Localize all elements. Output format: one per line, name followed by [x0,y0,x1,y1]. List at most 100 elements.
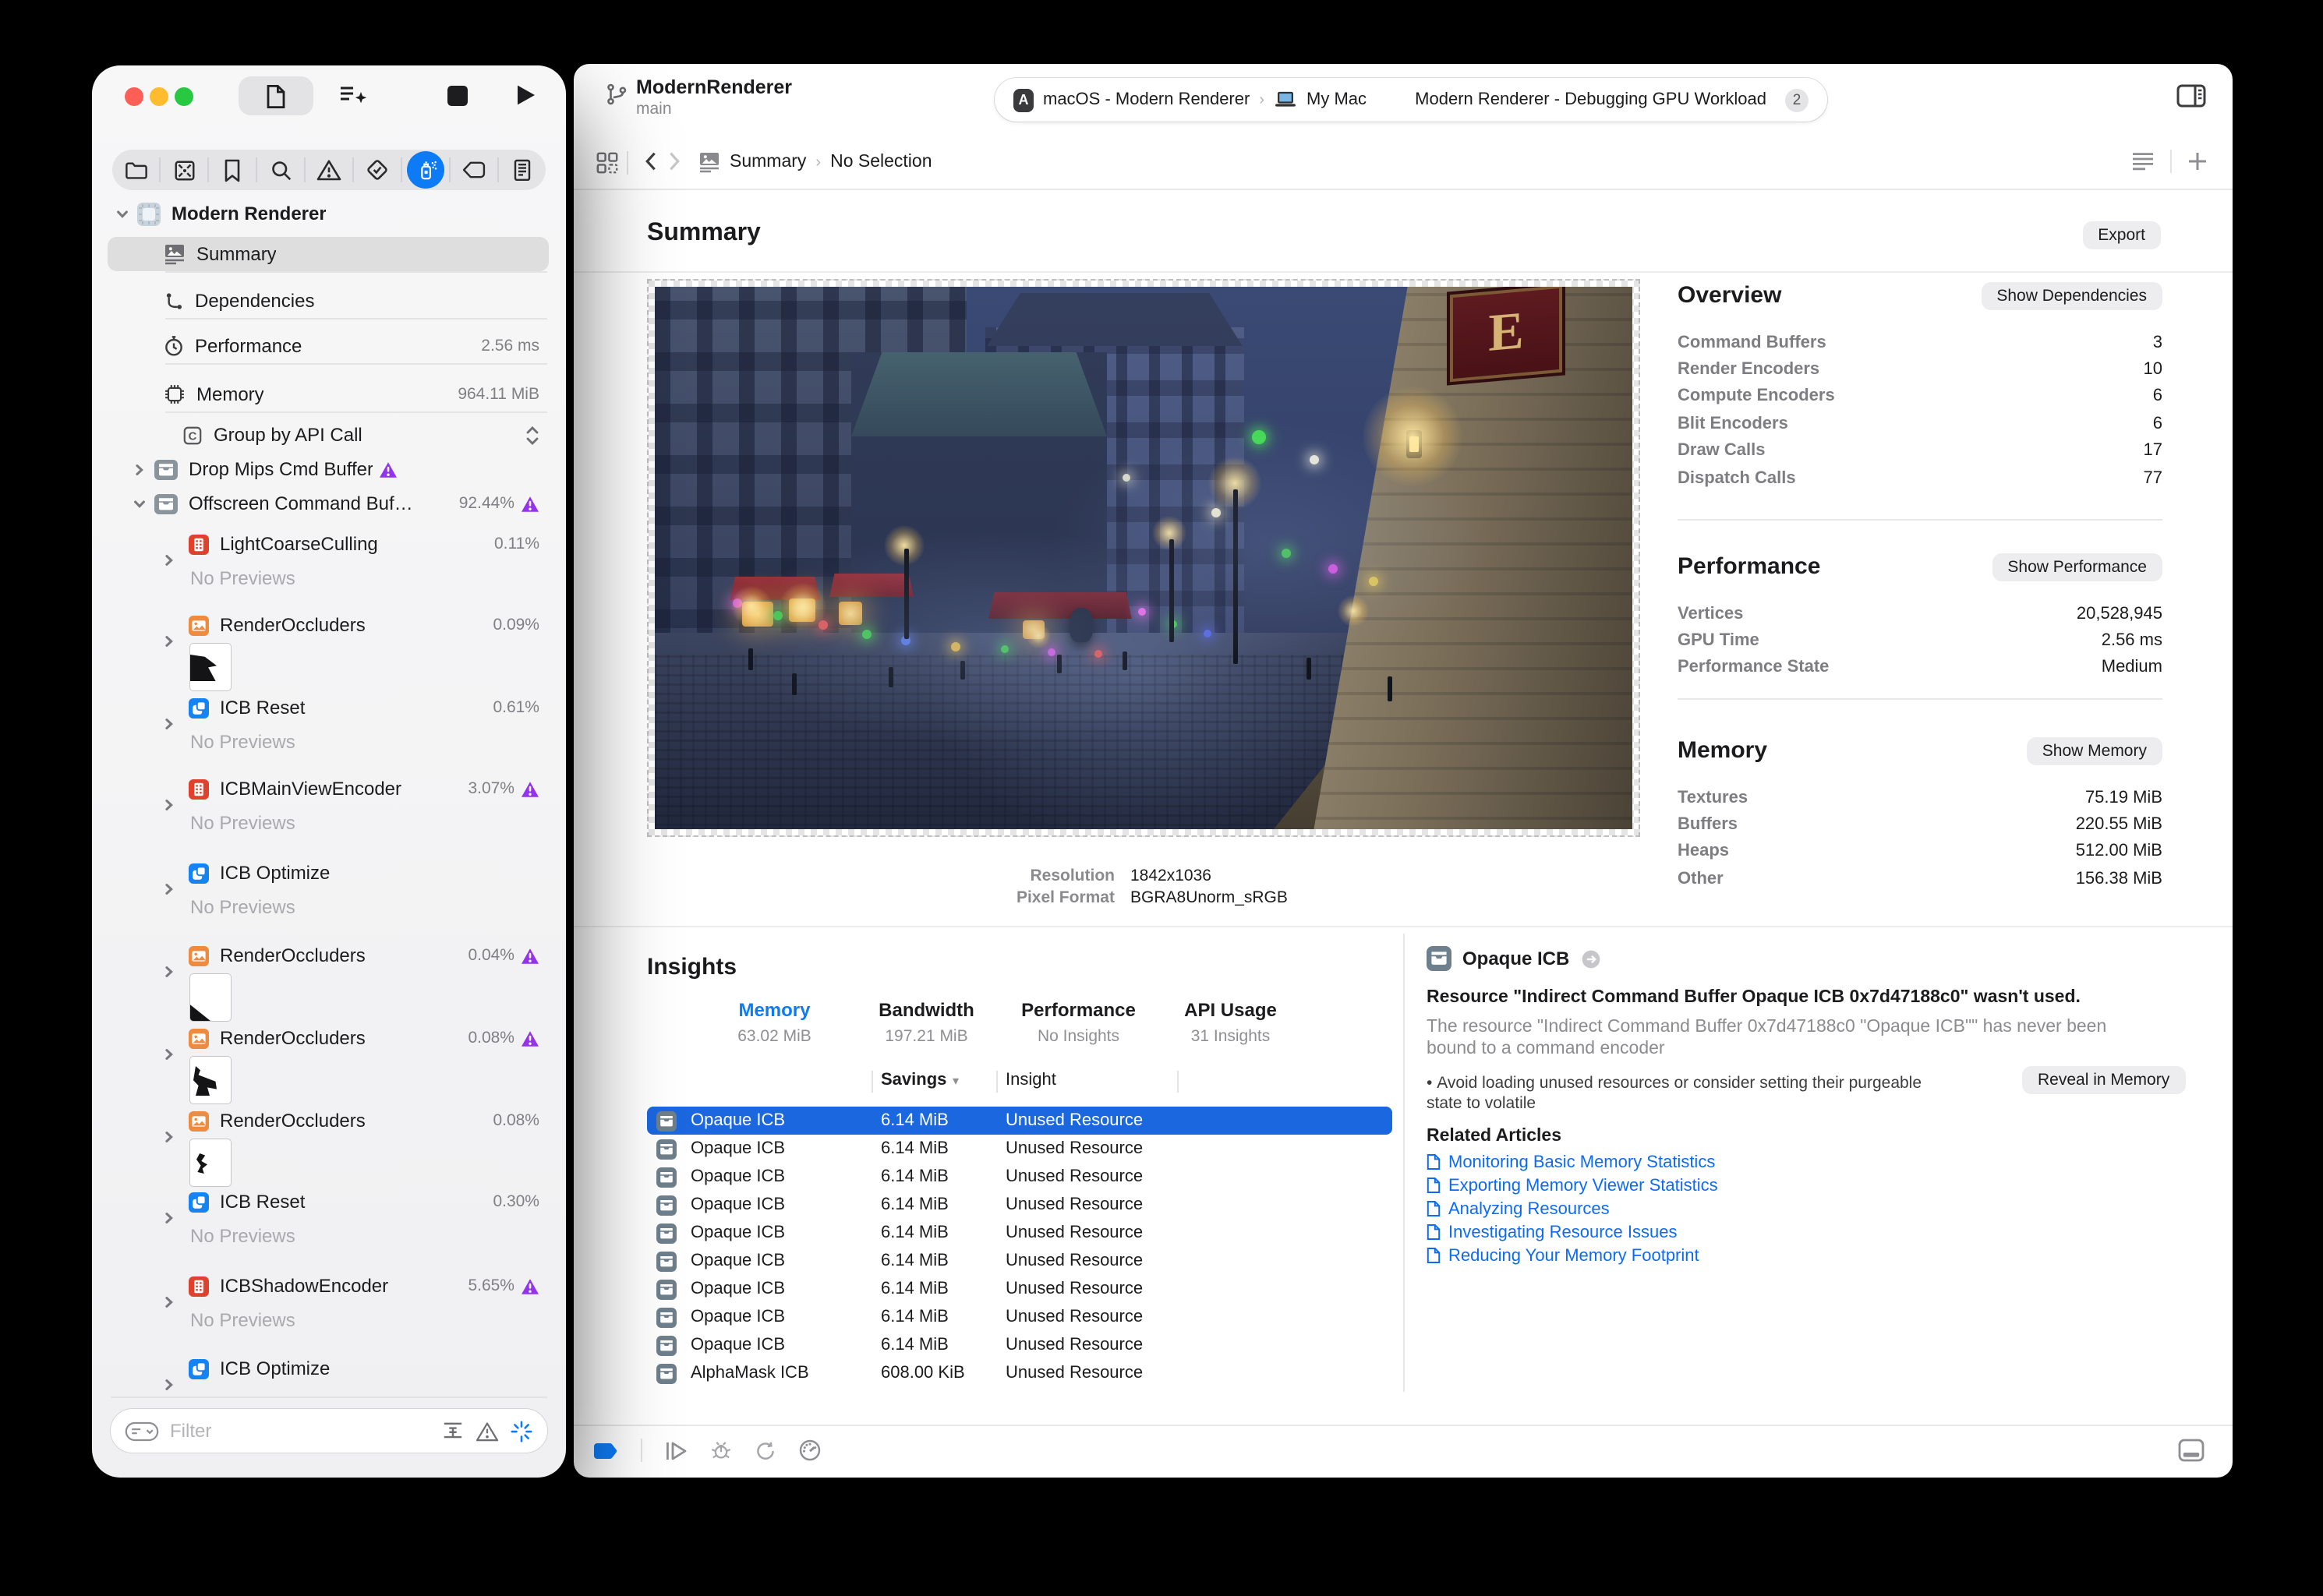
minimize-window-button[interactable] [150,87,168,106]
disclosure-icon[interactable] [162,798,176,812]
disclosure-icon[interactable] [162,1378,176,1390]
scheme-pill[interactable]: A macOS - Modern Renderer › My Mac Moder… [995,78,1827,122]
editor-sparkle-list-icon[interactable] [338,83,369,109]
disclosure-icon[interactable] [162,1047,176,1061]
report-navigator-tab[interactable] [497,157,546,182]
highlights-sparkle-icon[interactable] [510,1419,533,1442]
disclosure-icon[interactable] [162,965,176,979]
performance-gauge-icon[interactable] [798,1439,822,1462]
framebuffer-preview[interactable]: E [647,279,1640,837]
editor-options-icon[interactable] [2131,151,2155,171]
tab-overview-icon[interactable] [596,151,619,175]
tag-navigator-tab[interactable] [449,157,497,182]
scheme-name[interactable]: macOS - Modern Renderer [1043,90,1250,109]
warning-icon[interactable] [380,461,398,478]
document-button[interactable] [239,76,313,115]
forward-icon[interactable] [667,150,683,173]
insight-tab[interactable]: Performance No Insights [1002,999,1154,1046]
related-article-link[interactable]: Investigating Resource Issues [1427,1220,1718,1244]
goto-arrow-icon[interactable] [1580,948,1600,969]
filter-menu-icon[interactable] [125,1421,159,1441]
add-editor-icon[interactable] [2187,151,2208,171]
flatten-hierarchy-icon[interactable] [441,1421,465,1441]
test-navigator-tab[interactable] [352,157,401,182]
column-header-insight[interactable]: Insight [1006,1071,1056,1089]
breadcrumb-item[interactable]: No Selection [830,153,932,171]
activity-status[interactable]: Modern Renderer - Debugging GPU Workload [1415,90,1766,109]
insight-row[interactable]: Opaque ICB 6.14 MiB Unused Resource [647,1135,1392,1163]
disclosure-icon[interactable] [162,553,176,567]
export-button[interactable]: Export [2082,221,2161,249]
navigator-row[interactable]: Performance2.56 ms [108,329,549,363]
capture-navigator-tab[interactable] [159,157,207,182]
related-article-link[interactable]: Monitoring Basic Memory Statistics [1427,1150,1718,1174]
breakpoints-toggle-icon[interactable] [592,1441,619,1460]
warning-icon[interactable] [521,947,539,964]
warning-icon[interactable] [521,495,539,512]
insight-row[interactable]: Opaque ICB 6.14 MiB Unused Resource [647,1163,1392,1191]
close-window-button[interactable] [125,87,143,106]
column-header-savings[interactable]: Savings [881,1071,946,1089]
inspector-toggle-icon[interactable] [2176,84,2206,108]
navigator-row[interactable]: Drop Mips Cmd Buffer [108,452,549,486]
related-article-link[interactable]: Exporting Memory Viewer Statistics [1427,1174,1718,1197]
encoder-preview-thumbnail[interactable] [190,1139,231,1186]
disclosure-icon[interactable] [162,1295,176,1309]
related-article-link[interactable]: Reducing Your Memory Footprint [1427,1244,1718,1267]
warning-icon[interactable] [521,1029,539,1047]
insight-row[interactable]: Opaque ICB 6.14 MiB Unused Resource [647,1303,1392,1331]
stop-button[interactable] [447,86,468,106]
related-article-link[interactable]: Analyzing Resources [1427,1197,1718,1220]
debug-icon[interactable] [709,1439,733,1462]
show-performance-button[interactable]: Show Performance [1992,553,2162,581]
show-memory-button[interactable]: Show Memory [2027,737,2162,765]
warning-icon[interactable] [521,1277,539,1294]
disclosure-icon[interactable] [131,462,147,476]
disclosure-icon[interactable] [162,717,176,731]
project-navigator-tab[interactable] [112,157,159,182]
navigator-row[interactable]: Summary [108,237,549,271]
issue-navigator-tab[interactable] [304,157,352,182]
disclosure-icon[interactable] [162,1130,176,1144]
debug-area-toggle-icon[interactable] [2178,1439,2205,1462]
stepper-icon[interactable] [525,425,539,445]
show-dependencies-button[interactable]: Show Dependencies [1981,282,2162,310]
navigator-row[interactable]: CGroup by API Call [108,418,549,452]
reload-icon[interactable] [755,1439,776,1461]
encoder-preview-thumbnail[interactable] [190,974,231,1021]
warning-icon[interactable] [521,780,539,797]
insight-row[interactable]: Opaque ICB 6.14 MiB Unused Resource [647,1275,1392,1303]
encoder-preview-thumbnail[interactable] [190,1057,231,1103]
insight-tab[interactable]: Bandwidth 197.21 MiB [850,999,1002,1046]
zoom-window-button[interactable] [175,87,193,106]
back-icon[interactable] [642,150,658,173]
insight-row[interactable]: Opaque ICB 6.14 MiB Unused Resource [647,1107,1392,1135]
bookmark-navigator-tab[interactable] [207,157,256,182]
run-destination[interactable]: My Mac [1306,90,1367,109]
find-navigator-tab[interactable] [256,157,304,182]
disclosure-icon[interactable] [131,496,147,510]
insight-row[interactable]: Opaque ICB 6.14 MiB Unused Resource [647,1331,1392,1359]
disclosure-icon[interactable] [162,882,176,896]
navigator-row[interactable]: Modern Renderer [108,196,549,231]
continue-execution-icon[interactable] [664,1439,688,1461]
filter-input[interactable]: Filter [170,1420,430,1442]
navigator-row[interactable]: Memory964.11 MiB [108,377,549,411]
disclosure-icon[interactable] [162,1211,176,1225]
disclosure-icon[interactable] [162,634,176,648]
encoder-preview-thumbnail[interactable] [190,644,231,690]
insight-tab[interactable]: Memory 63.02 MiB [698,999,850,1046]
insight-tab[interactable]: API Usage 31 Insights [1154,999,1306,1046]
warnings-filter-icon[interactable] [476,1421,499,1441]
disclosure-icon[interactable] [114,207,129,221]
run-button[interactable] [516,84,536,106]
insight-row[interactable]: Opaque ICB 6.14 MiB Unused Resource [647,1191,1392,1219]
breadcrumb-item[interactable]: Summary [730,153,806,171]
insight-row[interactable]: Opaque ICB 6.14 MiB Unused Resource [647,1219,1392,1247]
paint-navigator-tab[interactable] [401,157,449,182]
navigator-row[interactable]: Offscreen Command Buf…92.44% [108,486,549,521]
insight-row[interactable]: Opaque ICB 6.14 MiB Unused Resource [647,1247,1392,1275]
navigator-row[interactable]: Dependencies [108,284,549,318]
reveal-in-memory-button[interactable]: Reveal in Memory [2022,1066,2185,1094]
issue-count-badge[interactable]: 2 [1785,88,1809,111]
